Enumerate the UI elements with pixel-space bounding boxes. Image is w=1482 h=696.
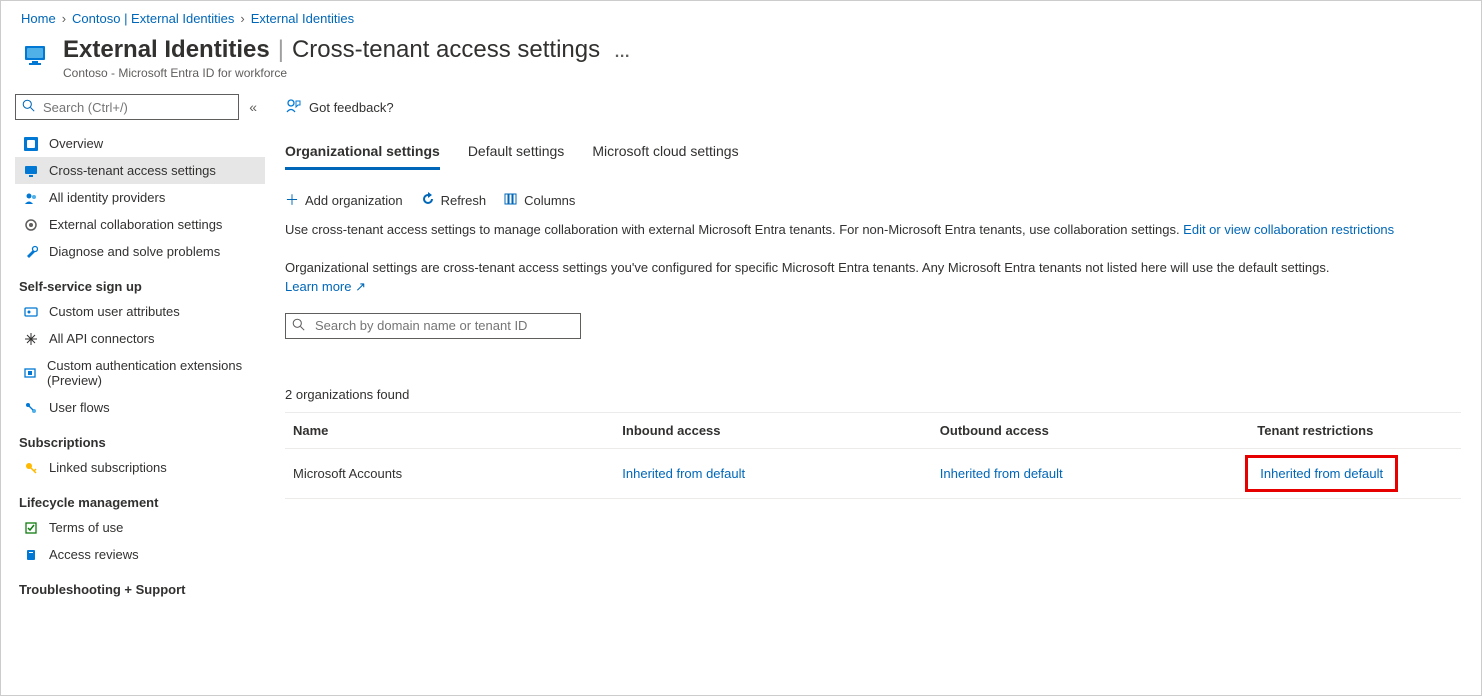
sidebar-item-custom-attrs[interactable]: Custom user attributes	[15, 298, 265, 325]
outbound-link[interactable]: Inherited from default	[940, 466, 1063, 481]
org-search[interactable]	[285, 313, 581, 339]
sidebar-item-label: External collaboration settings	[49, 217, 222, 232]
sidebar-item-collab[interactable]: External collaboration settings	[15, 211, 265, 238]
sidebar-item-access-reviews[interactable]: Access reviews	[15, 541, 265, 568]
cmd-label: Add organization	[305, 193, 403, 208]
search-icon	[292, 318, 305, 334]
title-separator: |	[278, 36, 284, 64]
sidebar-item-label: All API connectors	[49, 331, 155, 346]
tab-organizational[interactable]: Organizational settings	[285, 135, 440, 170]
col-outbound[interactable]: Outbound access	[932, 412, 1250, 448]
monitor-icon	[23, 164, 39, 178]
sidebar-item-overview[interactable]: Overview	[15, 130, 265, 157]
breadcrumb-home[interactable]: Home	[21, 11, 56, 26]
id-card-icon	[23, 305, 39, 319]
sidebar-section-subscriptions: Subscriptions	[15, 421, 265, 454]
tab-cloud[interactable]: Microsoft cloud settings	[592, 135, 738, 170]
sidebar-search[interactable]	[15, 94, 239, 120]
sidebar-item-diagnose[interactable]: Diagnose and solve problems	[15, 238, 265, 265]
breadcrumb-sep: ›	[240, 11, 244, 26]
sidebar-item-label: All identity providers	[49, 190, 165, 205]
sidebar-item-label: Overview	[49, 136, 103, 151]
breadcrumb-external[interactable]: External Identities	[251, 11, 354, 26]
organizations-table: Name Inbound access Outbound access Tena…	[285, 412, 1461, 499]
gear-icon	[23, 218, 39, 232]
external-identities-icon	[21, 40, 49, 68]
sidebar: « Overview Cross-tenant access settings …	[1, 90, 265, 694]
refresh-button[interactable]: Refresh	[421, 190, 487, 210]
sidebar-section-self-service: Self-service sign up	[15, 265, 265, 298]
table-row[interactable]: Microsoft Accounts Inherited from defaul…	[285, 448, 1461, 498]
add-organization-button[interactable]: ＋ Add organization	[285, 190, 403, 210]
refresh-icon	[421, 192, 435, 209]
sidebar-item-auth-ext[interactable]: Custom authentication extensions (Previe…	[15, 352, 265, 394]
col-inbound[interactable]: Inbound access	[614, 412, 932, 448]
sidebar-item-label: Linked subscriptions	[49, 460, 167, 475]
main-content: Got feedback? Organizational settings De…	[265, 90, 1481, 694]
sidebar-section-troubleshooting: Troubleshooting + Support	[15, 568, 265, 601]
feedback-button[interactable]: Got feedback?	[285, 94, 1461, 135]
col-restrictions[interactable]: Tenant restrictions	[1249, 412, 1461, 448]
book-icon	[23, 548, 39, 562]
cmd-label: Refresh	[441, 193, 487, 208]
checkmark-icon	[23, 521, 39, 535]
sidebar-item-terms[interactable]: Terms of use	[15, 514, 265, 541]
cmd-label: Columns	[524, 193, 575, 208]
overview-icon	[23, 137, 39, 151]
page-subtitle: Cross-tenant access settings	[292, 36, 600, 64]
sidebar-item-label: Custom authentication extensions (Previe…	[47, 358, 257, 388]
connector-icon	[23, 332, 39, 346]
collab-restrictions-link[interactable]: Edit or view collaboration restrictions	[1183, 222, 1394, 237]
columns-button[interactable]: Columns	[504, 190, 575, 210]
breadcrumb-contoso[interactable]: Contoso | External Identities	[72, 11, 234, 26]
sidebar-section-lifecycle: Lifecycle management	[15, 481, 265, 514]
columns-icon	[504, 192, 518, 209]
collapse-sidebar-icon[interactable]: «	[249, 99, 257, 115]
tabs: Organizational settings Default settings…	[285, 135, 1461, 170]
external-link-icon: ↗	[355, 279, 366, 294]
command-bar: ＋ Add organization Refresh Columns	[285, 176, 1461, 218]
sidebar-item-label: Access reviews	[49, 547, 139, 562]
search-icon	[22, 99, 35, 115]
sidebar-item-providers[interactable]: All identity providers	[15, 184, 265, 211]
people-icon	[23, 191, 39, 205]
sidebar-item-label: User flows	[49, 400, 110, 415]
highlighted-restrictions: Inherited from default	[1245, 455, 1398, 492]
org-search-input[interactable]	[313, 317, 574, 334]
restrictions-link[interactable]: Inherited from default	[1260, 466, 1383, 481]
plus-icon: ＋	[285, 190, 299, 210]
key-icon	[23, 461, 39, 475]
org-count: 2 organizations found	[285, 387, 1461, 402]
inbound-link[interactable]: Inherited from default	[622, 466, 745, 481]
flow-icon	[23, 401, 39, 415]
sidebar-search-input[interactable]	[41, 99, 232, 116]
description-1: Use cross-tenant access settings to mana…	[285, 218, 1461, 242]
sidebar-item-label: Diagnose and solve problems	[49, 244, 220, 259]
cell-name: Microsoft Accounts	[285, 448, 614, 498]
sidebar-item-linked-subs[interactable]: Linked subscriptions	[15, 454, 265, 481]
sidebar-item-label: Custom user attributes	[49, 304, 180, 319]
page-title: External Identities	[63, 36, 270, 64]
org-line: Contoso - Microsoft Entra ID for workfor…	[63, 66, 630, 80]
sidebar-item-label: Terms of use	[49, 520, 123, 535]
learn-more-link[interactable]: Learn more ↗	[285, 279, 366, 294]
sidebar-item-cross-tenant[interactable]: Cross-tenant access settings	[15, 157, 265, 184]
more-actions-icon[interactable]: …	[614, 44, 630, 62]
sidebar-item-user-flows[interactable]: User flows	[15, 394, 265, 421]
col-name[interactable]: Name	[285, 412, 614, 448]
sidebar-item-api-connectors[interactable]: All API connectors	[15, 325, 265, 352]
extension-icon	[23, 366, 37, 380]
tab-default[interactable]: Default settings	[468, 135, 565, 170]
page-header: External Identities | Cross-tenant acces…	[1, 30, 1481, 90]
feedback-label: Got feedback?	[309, 100, 394, 115]
description-2: Organizational settings are cross-tenant…	[285, 256, 1461, 299]
wrench-icon	[23, 245, 39, 259]
feedback-icon	[285, 98, 301, 117]
breadcrumb: Home › Contoso | External Identities › E…	[1, 1, 1481, 30]
breadcrumb-sep: ›	[62, 11, 66, 26]
sidebar-item-label: Cross-tenant access settings	[49, 163, 216, 178]
